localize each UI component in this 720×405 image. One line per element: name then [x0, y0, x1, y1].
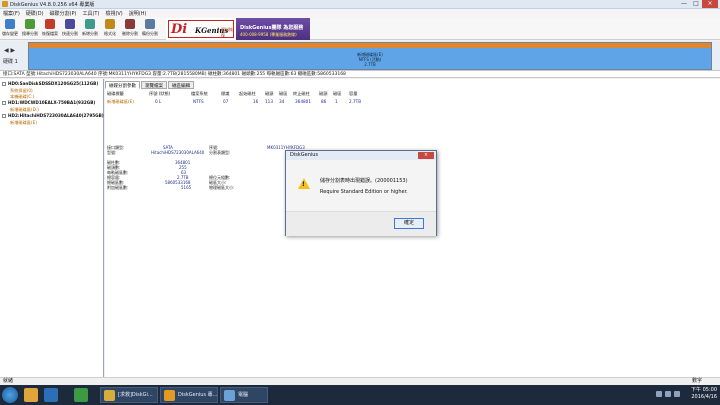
- volume-icon[interactable]: [665, 391, 671, 397]
- app-icon: [2, 1, 8, 7]
- format-icon: [105, 19, 115, 29]
- window-title: DiskGenius V4.8.0.256 x64 專業版: [10, 2, 95, 8]
- close-button[interactable]: ×: [702, 0, 718, 8]
- recover-icon: [45, 19, 55, 29]
- title-bar: DiskGenius V4.8.0.256 x64 專業版 — □ ×: [0, 0, 720, 9]
- task-computer[interactable]: 電腦: [220, 387, 268, 403]
- tree-disk-hd2[interactable]: HD2:HitachiHDS723030ALA640(2795GB): [2, 113, 104, 118]
- backup-partition-button[interactable]: 備份分割: [142, 19, 158, 39]
- dialog-title: DiskGenius: [286, 151, 436, 160]
- service-ad[interactable]: DiskGenius團隊 為您服務 400-008-9958 (專業服務熱線): [236, 18, 310, 40]
- ok-button[interactable]: 確定: [394, 218, 424, 229]
- numlock-indicator: 數字: [691, 378, 702, 384]
- network-icon[interactable]: [656, 391, 662, 397]
- disk-nav-arrows[interactable]: ◀ ▶: [4, 47, 15, 54]
- tab-browse-files[interactable]: 瀏覽檔案: [141, 81, 167, 89]
- panel-tabs: 磁碟分割參數 瀏覽檔案 磁區編輯: [105, 81, 194, 89]
- diskgenius-logo: Di KGenius 資料恢復: [168, 20, 234, 38]
- maximize-button[interactable]: □: [690, 0, 702, 8]
- disk-tree: HD0:SanDiskSDSSDX120GG25(112GB) 系統保留(0) …: [0, 79, 104, 377]
- menu-tools[interactable]: 工具(T): [82, 10, 99, 17]
- quick-partition-icon: [65, 19, 75, 29]
- partition-size: 2.7TB: [364, 62, 376, 67]
- media-player-icon[interactable]: [44, 388, 58, 402]
- table-row[interactable]: 新增磁碟區(E) 0 L NTFS 07 16 113 34 364801 86…: [105, 99, 720, 105]
- status-bar: 就緒 數字: [0, 377, 720, 385]
- new-partition-button[interactable]: 新增分割: [82, 19, 98, 39]
- tree-disk-hd1[interactable]: HD1:WDCWD10EALX-759BA1(932GB): [2, 100, 95, 105]
- start-button[interactable]: [2, 387, 18, 403]
- computer-icon: [224, 390, 235, 401]
- window-controls: — □ ×: [678, 0, 718, 8]
- dialog-footer: 確定: [286, 211, 436, 236]
- system-tray: [656, 391, 680, 397]
- tab-sector-editor[interactable]: 磁區編輯: [168, 81, 194, 89]
- flag-icon[interactable]: [674, 391, 680, 397]
- disk-label: 硬碟 1: [3, 59, 18, 65]
- partition-bar-header: [29, 43, 711, 48]
- quick-partition-button[interactable]: 快速分割: [62, 19, 78, 39]
- chrome-icon[interactable]: [74, 388, 88, 402]
- menu-help[interactable]: 說明(H): [129, 10, 147, 17]
- diskgenius-icon: [164, 390, 175, 401]
- taskbar: [求救]DiskGi... DiskGenius 專... 電腦 下午 05:0…: [0, 385, 720, 405]
- minimize-button[interactable]: —: [678, 0, 690, 8]
- partition-bar[interactable]: 新增磁碟區(E) NTFS (活動) 2.7TB: [28, 42, 712, 70]
- tab-partition-params[interactable]: 磁碟分割參數: [105, 81, 140, 89]
- disk-map-area: ◀ ▶ 硬碟 1 新增磁碟區(E) NTFS (活動) 2.7TB: [0, 41, 720, 70]
- menu-partition[interactable]: 磁碟分割(P): [50, 10, 77, 17]
- backup-icon: [145, 19, 155, 29]
- delete-partition-button[interactable]: 刪除分割: [122, 19, 138, 39]
- recover-files-button[interactable]: 恢復檔案: [42, 19, 58, 39]
- task-forum[interactable]: [求救]DiskGi...: [100, 387, 158, 403]
- dialog-close-button[interactable]: ×: [418, 152, 434, 159]
- save-icon: [5, 19, 15, 29]
- delete-icon: [125, 19, 135, 29]
- format-button[interactable]: 格式化: [102, 19, 118, 39]
- brand-banner: Di KGenius 資料恢復 DiskGenius團隊 為您服務 400-00…: [166, 18, 310, 40]
- save-changes-button[interactable]: 儲存變更: [2, 19, 18, 39]
- tree-partition[interactable]: 新增磁碟區(E): [10, 120, 37, 126]
- warning-mark-icon: !: [302, 181, 305, 188]
- status-text: 就緒: [3, 378, 14, 384]
- search-icon: [25, 19, 35, 29]
- toolbar: 儲存變更 搜尋分割 恢復檔案 快速分割 新增分割 格式化 刪除分割 備份分割: [0, 17, 720, 40]
- dialog-message-detail: Require Standard Edition or higher.: [320, 189, 408, 195]
- disk-info-bar: 接口:SATA 型號:HitachiHDS723030ALA640 序號:MK0…: [0, 70, 720, 78]
- clock[interactable]: 下午 05:00 2016/4/16: [691, 387, 717, 401]
- menu-disk[interactable]: 硬碟(D): [26, 10, 44, 17]
- menu-bar: 檔案(F) 硬碟(D) 磁碟分割(P) 工具(T) 檢視(V) 說明(H): [0, 9, 720, 17]
- explorer-icon[interactable]: [24, 388, 38, 402]
- new-partition-icon: [85, 19, 95, 29]
- task-diskgenius[interactable]: DiskGenius 專...: [160, 387, 218, 403]
- menu-view[interactable]: 檢視(V): [105, 10, 122, 17]
- dialog-message: 儲存分割表時出現錯誤。(200001153): [320, 178, 408, 184]
- forum-icon: [104, 390, 115, 401]
- menu-file[interactable]: 檔案(F): [3, 10, 20, 17]
- table-header: 磁碟標籤 序號 (狀態) 檔案系統 標識 起始磁柱 磁頭 磁區 終止磁柱 磁頭 …: [107, 91, 358, 96]
- error-dialog: DiskGenius × ! 儲存分割表時出現錯誤。(200001153) Re…: [285, 150, 437, 236]
- tree-disk-hd0[interactable]: HD0:SanDiskSDSSDX120GG25(112GB): [2, 81, 98, 86]
- search-partition-button[interactable]: 搜尋分割: [22, 19, 38, 39]
